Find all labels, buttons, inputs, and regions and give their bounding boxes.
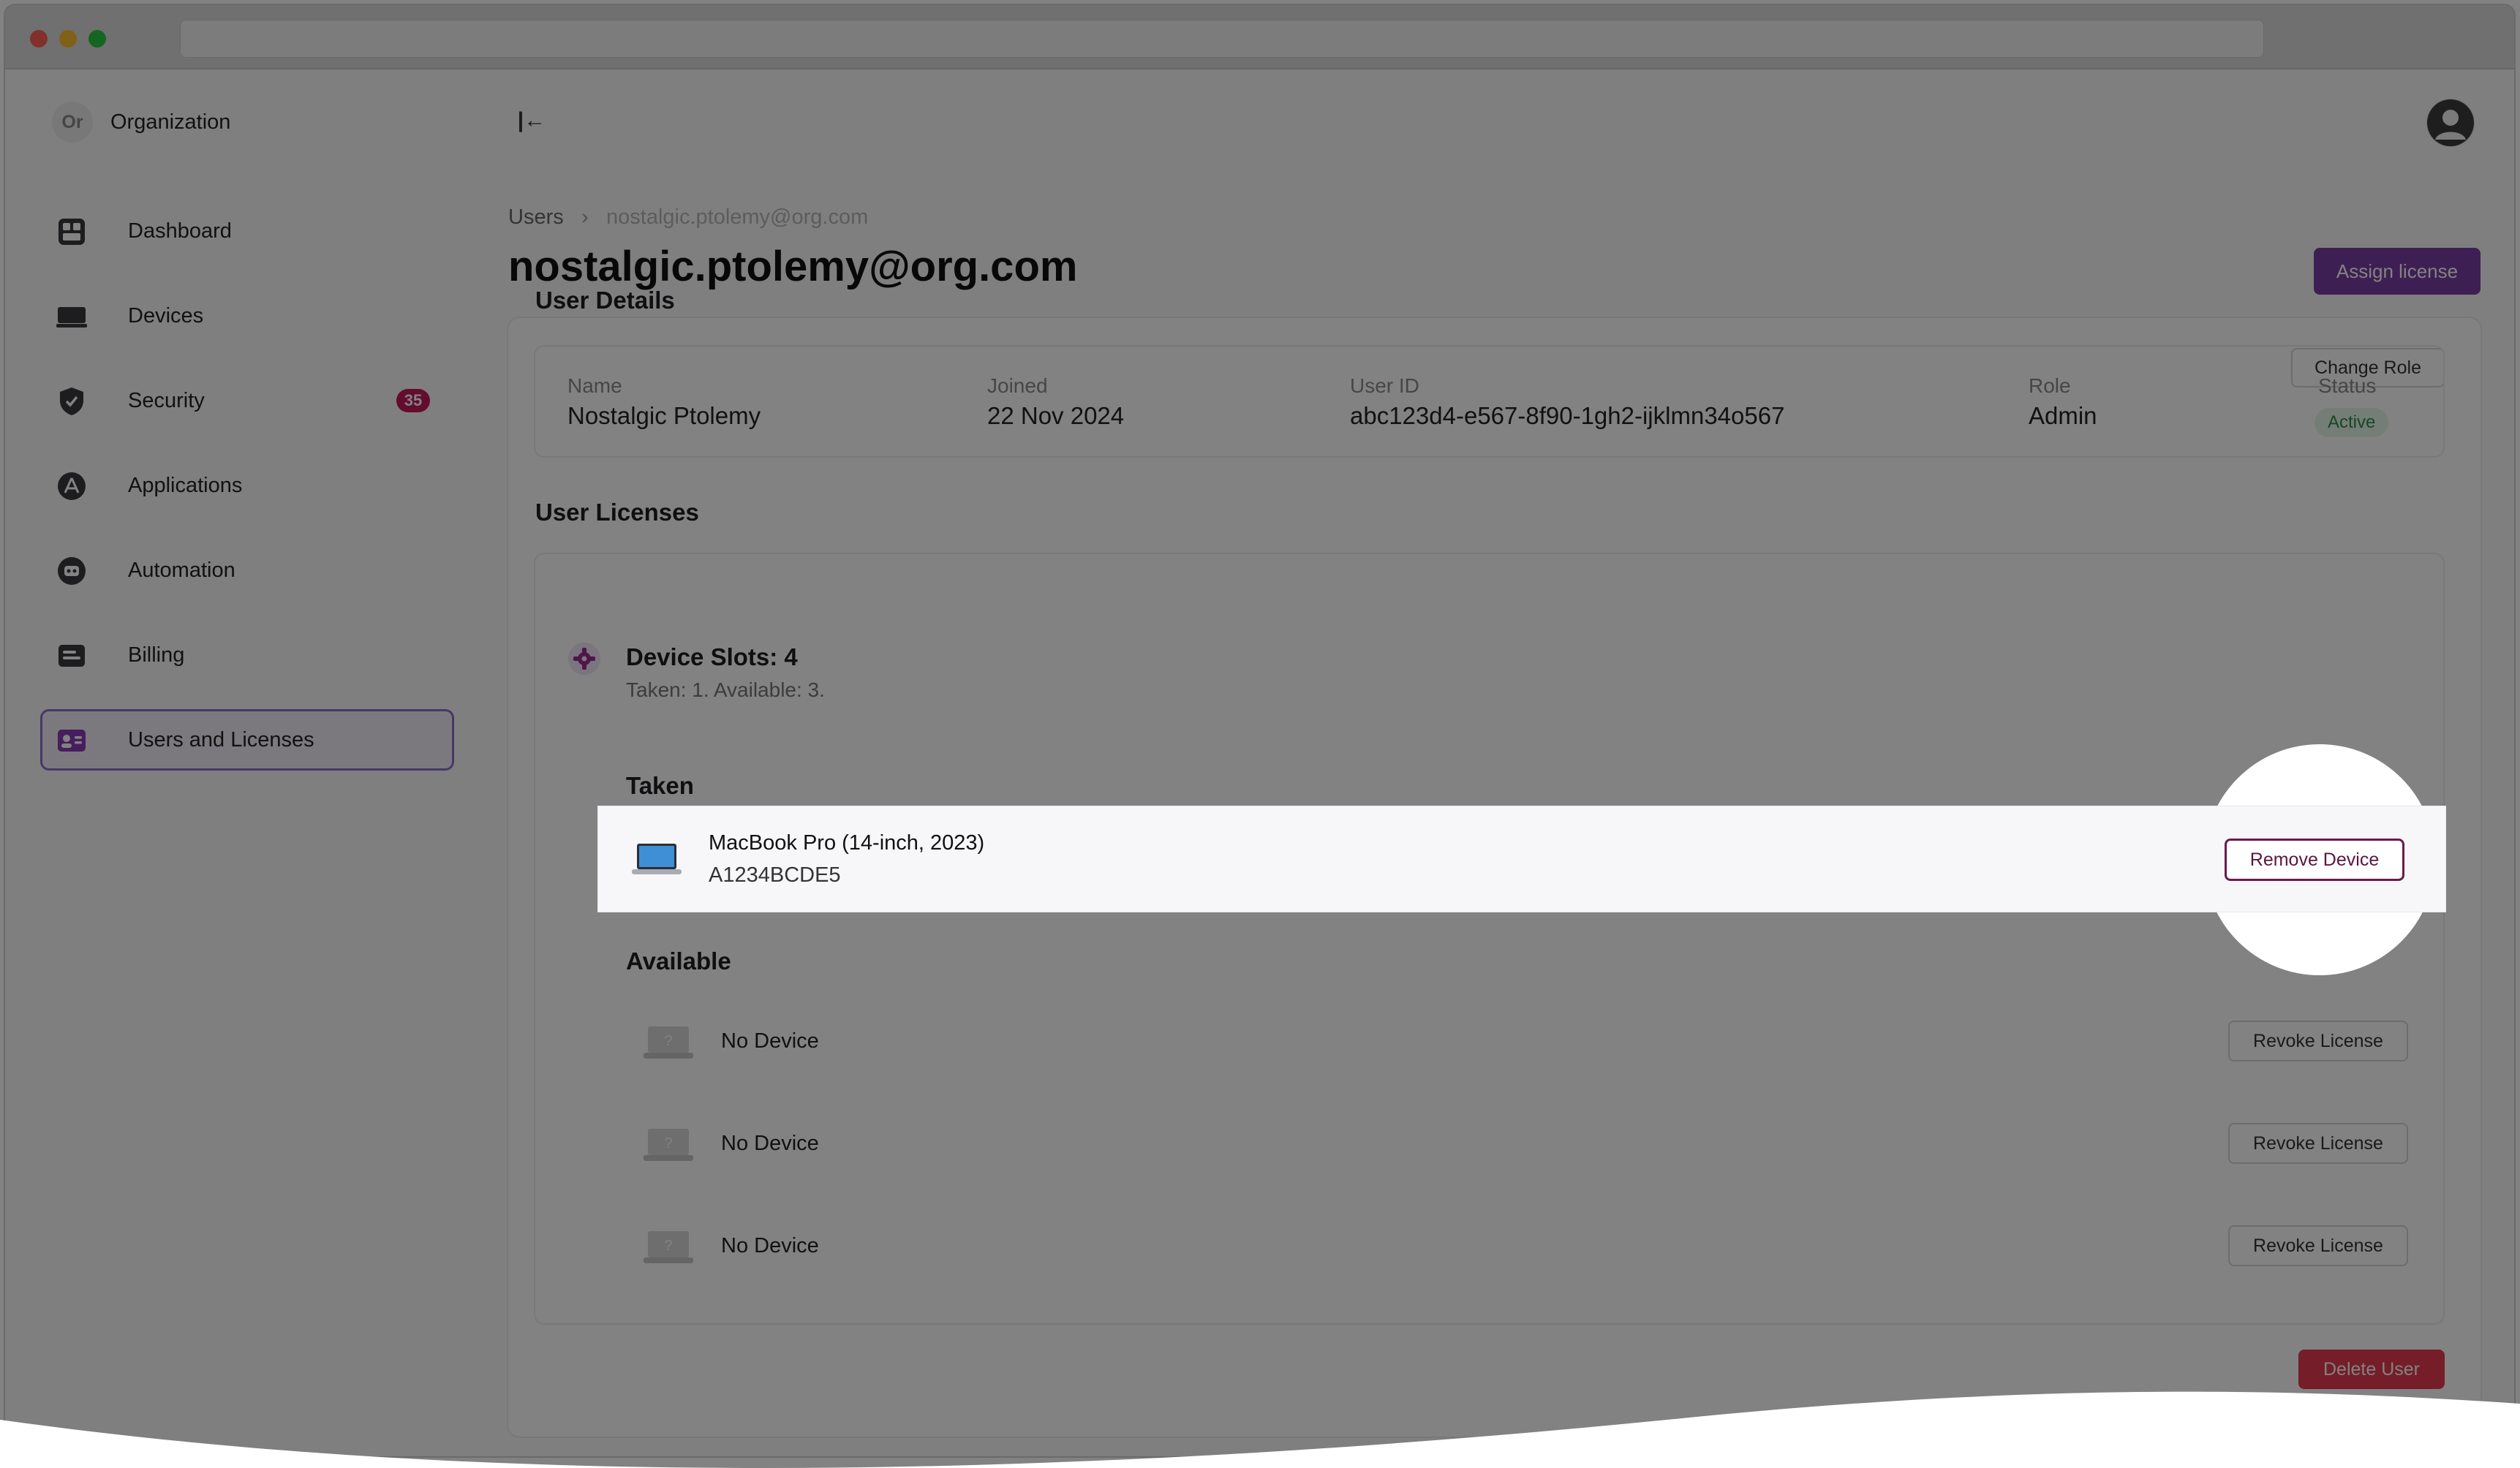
laptop-icon	[632, 844, 682, 874]
device-serial: A1234BCDE5	[709, 863, 841, 887]
remove-device-button[interactable]: Remove Device	[2225, 839, 2404, 881]
device-name: MacBook Pro (14-inch, 2023)	[709, 831, 985, 855]
dim-overlay	[0, 0, 2520, 1468]
taken-device-row: MacBook Pro (14-inch, 2023) A1234BCDE5 R…	[598, 806, 2445, 912]
torn-edge-decoration	[0, 1391, 2520, 1468]
